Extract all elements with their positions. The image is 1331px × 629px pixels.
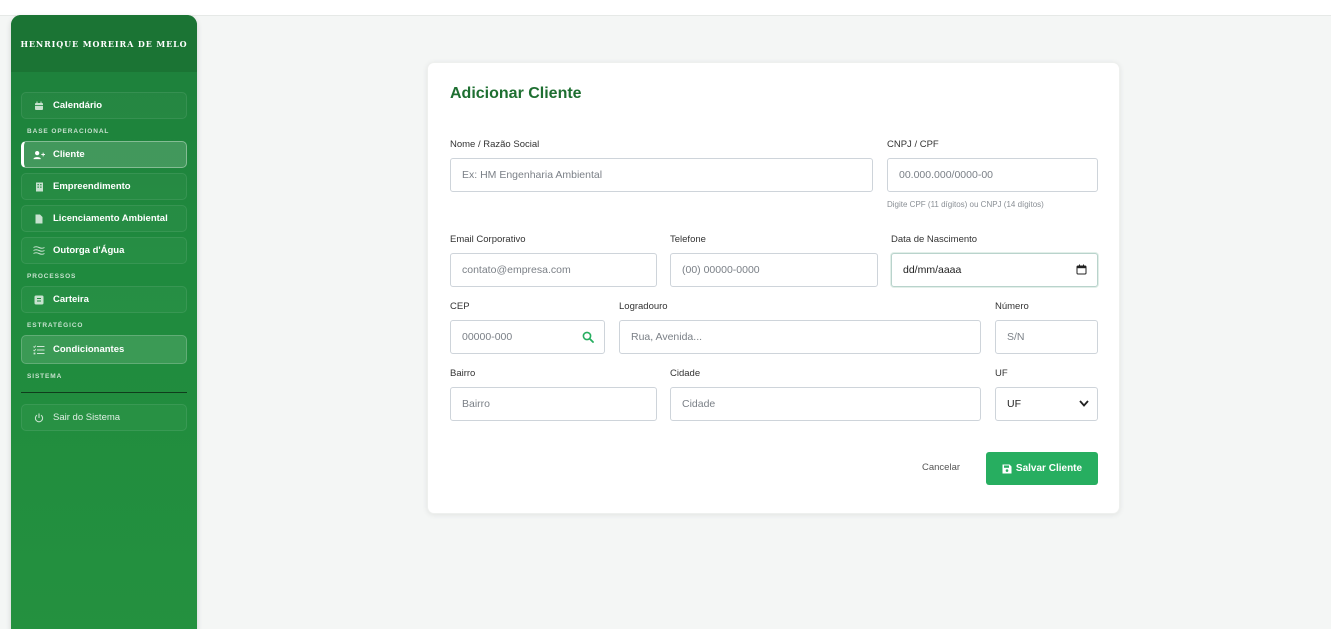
email-label: Email Corporativo: [450, 234, 526, 245]
cnpj-input[interactable]: 00.000.000/0000-00: [887, 158, 1098, 192]
cnpj-field-group: CNPJ / CPF 00.000.000/0000-00 Digite CPF…: [887, 139, 1098, 209]
telefone-field-group: Telefone (00) 00000-0000: [670, 234, 878, 287]
search-icon[interactable]: [582, 331, 594, 346]
cnpj-hint: Digite CPF (11 dígitos) ou CNPJ (14 dígi…: [887, 200, 1044, 209]
save-client-button[interactable]: Salvar Cliente: [986, 452, 1098, 485]
cidade-label: Cidade: [670, 368, 701, 379]
sidebar-item-cliente[interactable]: Cliente: [21, 141, 187, 168]
nome-field-group: Nome / Razão Social Ex: HM Engenharia Am…: [450, 139, 873, 192]
sidebar-item-label: Empreendimento: [53, 181, 131, 192]
add-client-card: Adicionar Cliente Nome / Razão Social Ex…: [427, 62, 1120, 514]
email-field-group: Email Corporativo contato@empresa.com: [450, 234, 657, 287]
cep-label: CEP: [450, 301, 470, 312]
sidebar-item-label: Licenciamento Ambiental: [53, 213, 168, 224]
calendar-picker-icon[interactable]: [1076, 264, 1087, 278]
sidebar-divider: [21, 392, 187, 393]
telefone-label: Telefone: [670, 234, 706, 245]
sidebar-item-condicionantes[interactable]: Condicionantes: [21, 335, 187, 364]
telefone-input[interactable]: (00) 00000-0000: [670, 253, 878, 287]
water-icon: [33, 245, 45, 257]
wallet-icon: [33, 294, 45, 306]
cidade-field-group: Cidade Cidade: [670, 368, 981, 421]
logout-button[interactable]: Sair do Sistema: [21, 404, 187, 431]
building-icon: [33, 181, 45, 193]
section-label-processos: PROCESSOS: [27, 273, 77, 280]
cnpj-label: CNPJ / CPF: [887, 139, 939, 150]
sidebar-item-label: Condicionantes: [53, 344, 125, 355]
power-icon: [33, 412, 45, 424]
file-icon: [33, 213, 45, 225]
cep-input[interactable]: 00000-000: [450, 320, 605, 354]
bairro-field-group: Bairro Bairro: [450, 368, 657, 421]
list-check-icon: [33, 344, 45, 356]
logradouro-field-group: Logradouro Rua, Avenida...: [619, 301, 981, 354]
sidebar-item-label: Carteira: [53, 294, 89, 305]
sidebar-item-outorga[interactable]: Outorga d'Água: [21, 237, 187, 264]
cidade-input[interactable]: Cidade: [670, 387, 981, 421]
sidebar-item-label: Outorga d'Água: [53, 245, 125, 256]
cancel-button[interactable]: Cancelar: [922, 462, 960, 473]
nome-input[interactable]: Ex: HM Engenharia Ambiental: [450, 158, 873, 192]
sidebar-item-licenciamento[interactable]: Licenciamento Ambiental: [21, 205, 187, 232]
nome-label: Nome / Razão Social: [450, 139, 540, 150]
cep-placeholder: 00000-000: [462, 331, 513, 343]
sidebar-item-label: Cliente: [53, 149, 85, 160]
brand-name: HENRIQUE MOREIRA DE MELO: [11, 15, 197, 72]
uf-selected-value: UF: [1007, 398, 1021, 410]
sidebar: HENRIQUE MOREIRA DE MELO Calendário BASE…: [11, 15, 197, 629]
sidebar-item-label: Calendário: [53, 100, 103, 111]
numero-label: Número: [995, 301, 1029, 312]
uf-field-group: UF UF: [995, 368, 1098, 421]
logradouro-input[interactable]: Rua, Avenida...: [619, 320, 981, 354]
cep-field-group: CEP 00000-000: [450, 301, 605, 354]
bairro-label: Bairro: [450, 368, 476, 379]
chevron-down-icon: [1079, 398, 1089, 410]
nascimento-label: Data de Nascimento: [891, 234, 978, 245]
sidebar-item-empreendimento[interactable]: Empreendimento: [21, 173, 187, 200]
logout-label: Sair do Sistema: [53, 412, 121, 423]
sidebar-item-calendario[interactable]: Calendário: [21, 92, 187, 119]
top-bar: [0, 0, 1331, 16]
save-icon: [1002, 464, 1012, 473]
uf-label: UF: [995, 368, 1008, 379]
nascimento-date-input[interactable]: dd/mm/aaaa: [891, 253, 1098, 287]
numero-field-group: Número S/N: [995, 301, 1098, 354]
save-button-label: Salvar Cliente: [1015, 463, 1083, 474]
section-label-base: BASE OPERACIONAL: [27, 128, 110, 135]
section-label-estrategico: ESTRATÉGICO: [27, 322, 84, 329]
calendar-icon: [33, 100, 45, 112]
user-plus-icon: [33, 149, 45, 161]
email-input[interactable]: contato@empresa.com: [450, 253, 657, 287]
sidebar-item-carteira[interactable]: Carteira: [21, 286, 187, 313]
nascimento-field-group: Data de Nascimento dd/mm/aaaa: [891, 234, 1098, 287]
uf-select[interactable]: UF: [995, 387, 1098, 421]
page-title: Adicionar Cliente: [450, 85, 582, 102]
numero-input[interactable]: S/N: [995, 320, 1098, 354]
date-value: dd/mm/aaaa: [903, 264, 962, 276]
bairro-input[interactable]: Bairro: [450, 387, 657, 421]
logradouro-label: Logradouro: [619, 301, 668, 312]
section-label-sistema: SISTEMA: [27, 373, 63, 380]
